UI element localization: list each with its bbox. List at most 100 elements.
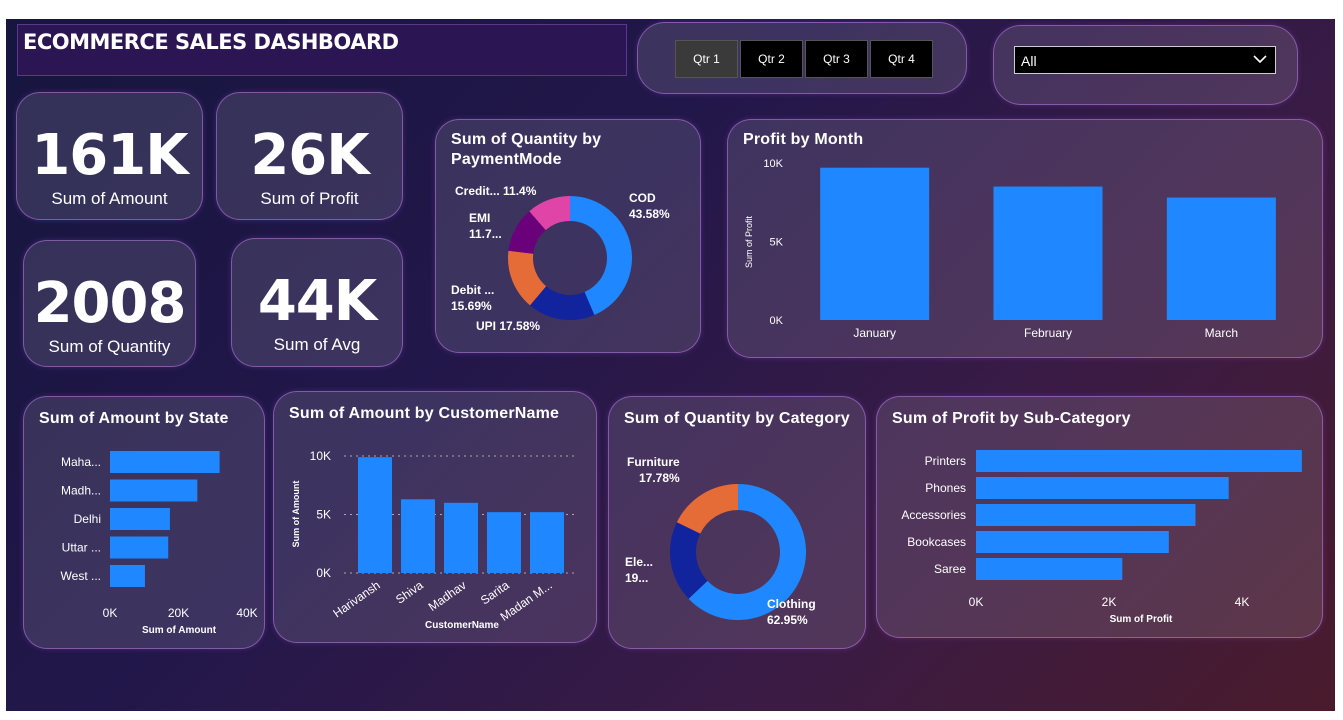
y-tick-label: 0K [316, 566, 331, 580]
kpi-label: Sum of Quantity [48, 337, 171, 356]
profit-by-month-card: Profit by Month 0K 5K 10K Sum of Profit Janu… [727, 119, 1323, 358]
slice-percent: 11.7... [469, 227, 502, 241]
y-tick-label: Madh... [61, 484, 101, 498]
chevron-down-icon [1253, 55, 1267, 64]
kpi-label: Sum of Avg [273, 335, 361, 354]
bar [110, 451, 220, 473]
kpi-card-quantity: 2008 Sum of Quantity [23, 240, 196, 367]
quarter-slicer-card: Qtr 1 Qtr 2 Qtr 3 Qtr 4 [637, 22, 967, 94]
slice-label: Debit ... [451, 283, 494, 297]
slice-label: Ele... [625, 555, 653, 569]
filter-card: All [993, 25, 1298, 105]
x-tick-label: 0K [969, 595, 984, 609]
qtr-3-button[interactable]: Qtr 3 [805, 40, 868, 78]
kpi-card-profit: 26K Sum of Profit [216, 92, 403, 220]
x-tick-label: January [853, 326, 896, 340]
slice-label: EMI [469, 211, 490, 225]
slice-label: COD [629, 191, 656, 205]
kpi-value: 2008 [33, 271, 187, 336]
bar [993, 186, 1103, 320]
profit-by-subcategory-chart: Printers Phones Accessories Bookcases Saree 0… [901, 450, 1302, 625]
qtr-4-button[interactable]: Qtr 4 [870, 40, 933, 78]
y-tick-label: Bookcases [907, 535, 966, 549]
bar [976, 504, 1196, 526]
x-tick-label: 40K [236, 606, 257, 620]
y-tick-label: 5K [316, 508, 331, 522]
quantity-by-category-chart: Clothing 62.95% Ele... 19... Furniture 17.78% [625, 455, 816, 627]
filter-dropdown[interactable]: All [1014, 46, 1276, 74]
x-tick-label: March [1205, 326, 1238, 340]
bar [110, 536, 169, 559]
x-tick-label: 2K [1102, 595, 1117, 609]
kpi-value: 44K [257, 269, 377, 334]
y-tick-label: Saree [934, 562, 966, 576]
y-tick-label: 10K [763, 158, 783, 170]
x-tick-label: 4K [1235, 595, 1250, 609]
slice-label: UPI 17.58% [476, 319, 540, 333]
y-tick-label: Delhi [74, 512, 101, 526]
x-tick-label: 0K [103, 606, 118, 620]
bar [487, 512, 521, 573]
amount-by-customer-chart: 0K 5K 10K Sum of Amount Harivansh Shiva Madhav… [291, 449, 574, 631]
bar [976, 531, 1169, 553]
dashboard-canvas: ECOMMERCE SALES DASHBOARD Qtr 1 Qtr 2 Qt… [6, 19, 1335, 711]
x-tick-label: February [1024, 326, 1072, 340]
x-tick-label: Harivansh [330, 578, 382, 620]
x-axis-label: CustomerName [425, 620, 499, 631]
x-tick-label: Sarita [478, 578, 512, 608]
amount-by-customer-card: Sum of Amount by CustomerName 0K 5K 10K Sum… [273, 391, 597, 643]
slice-label: Clothing [767, 597, 816, 611]
y-tick-label: Phones [925, 481, 966, 495]
slice-percent: 43.58% [629, 207, 670, 221]
qtr-1-button[interactable]: Qtr 1 [675, 40, 738, 78]
kpi-card-amount: 161K Sum of Amount [16, 92, 203, 220]
bar [976, 477, 1229, 499]
bar [444, 502, 478, 573]
x-tick-label: 20K [168, 606, 189, 620]
y-axis-label: Sum of Amount [291, 481, 301, 548]
payment-mode-chart: COD 43.58% UPI 17.58% Debit ... 15.69% EMI 11.… [451, 184, 670, 333]
kpi-label: Sum of Profit [260, 189, 359, 208]
bar [976, 450, 1302, 472]
slice-percent: 17.78% [639, 471, 680, 485]
slice-percent: 19... [625, 571, 648, 585]
x-axis-label: Sum of Profit [1110, 614, 1173, 625]
kpi-value: 26K [250, 123, 369, 188]
y-axis-label: Sum of Profit [744, 215, 754, 268]
quantity-by-category-card: Sum of Quantity by Category Clothing 62.9… [608, 396, 866, 649]
bar [530, 512, 564, 573]
kpi-value: 161K [31, 123, 188, 188]
x-tick-label: Shiva [393, 578, 426, 607]
bar [1166, 197, 1276, 320]
page-title: ECOMMERCE SALES DASHBOARD [23, 30, 399, 54]
y-tick-label: 5K [770, 237, 784, 249]
profit-by-subcategory-card: Sum of Profit by Sub-Category Printers Ph… [876, 396, 1323, 638]
bar [110, 479, 198, 502]
slice-label: Furniture [627, 455, 680, 469]
bar [976, 558, 1123, 580]
bar [401, 499, 435, 573]
y-tick-label: Accessories [901, 508, 966, 522]
y-tick-label: Printers [925, 454, 966, 468]
amount-by-state-card: Sum of Amount by State Maha... Madh... Del… [23, 396, 265, 649]
slice-percent: 62.95% [767, 613, 808, 627]
y-tick-label: West ... [61, 569, 101, 583]
qtr-2-button[interactable]: Qtr 2 [740, 40, 803, 78]
bar [820, 167, 930, 320]
profit-by-month-chart: 0K 5K 10K Sum of Profit January February March [744, 158, 1276, 340]
kpi-label: Sum of Amount [51, 189, 168, 208]
y-tick-label: 0K [770, 315, 784, 327]
bar [110, 565, 145, 587]
x-axis-label: Sum of Amount [142, 625, 217, 636]
y-tick-label: 10K [310, 449, 331, 463]
bar [358, 457, 392, 573]
amount-by-state-chart: Maha... Madh... Delhi Uttar ... West ... 0K 20… [61, 451, 258, 636]
x-tick-label: Madhav [426, 578, 469, 614]
quarter-slicer: Qtr 1 Qtr 2 Qtr 3 Qtr 4 [675, 40, 933, 78]
y-tick-label: Maha... [61, 455, 101, 469]
slice-percent: 15.69% [451, 299, 492, 313]
donut-slice [676, 484, 738, 534]
kpi-card-avg: 44K Sum of Avg [231, 238, 403, 367]
y-tick-label: Uttar ... [62, 541, 101, 555]
bar [110, 508, 170, 530]
